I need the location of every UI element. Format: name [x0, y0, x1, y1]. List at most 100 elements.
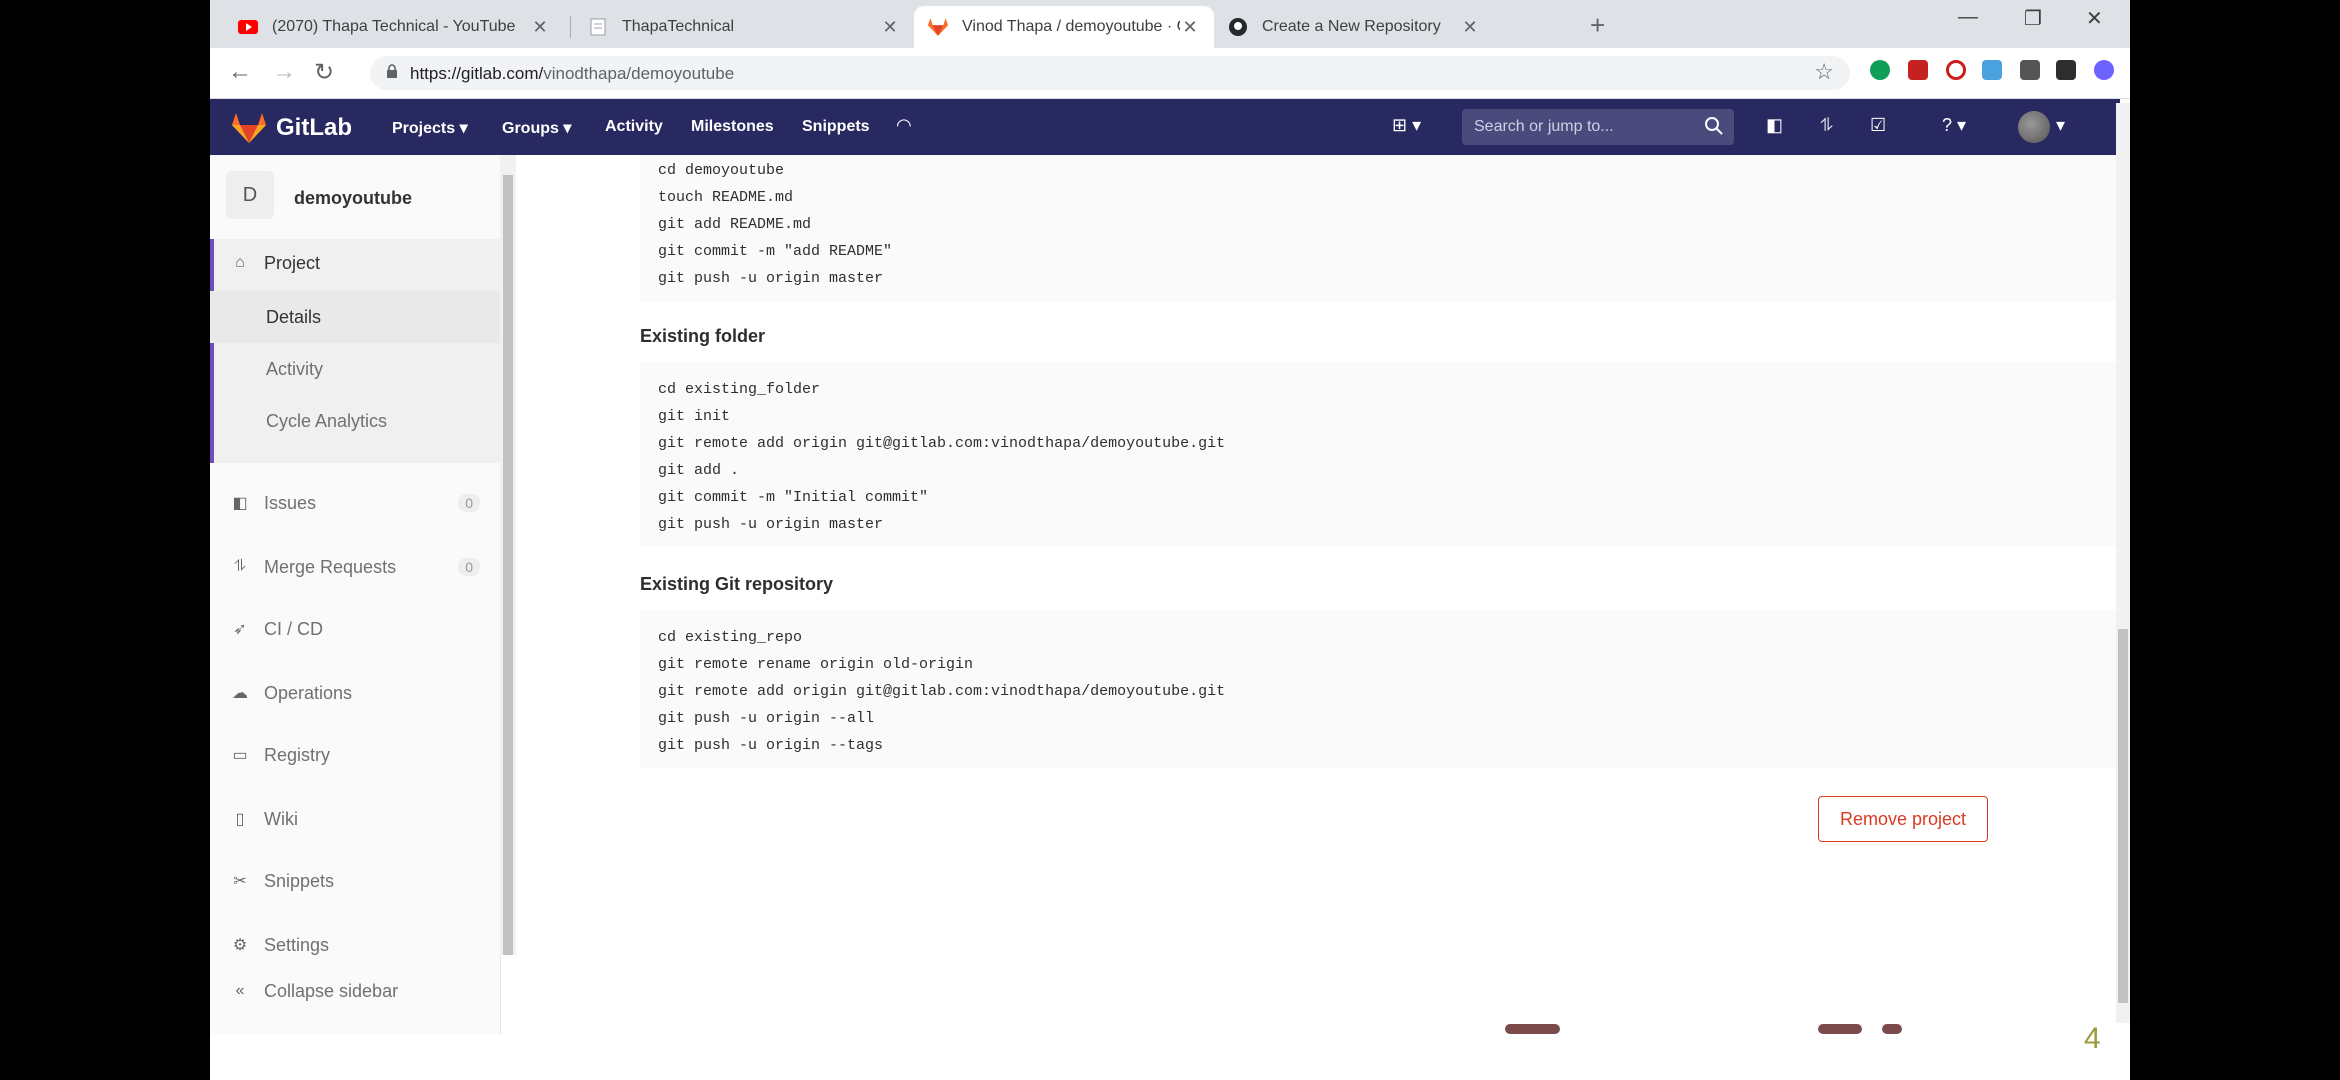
chevron-down-icon[interactable]: ▾: [2056, 115, 2065, 136]
extension-opera-icon[interactable]: [1946, 60, 1966, 80]
home-icon: ⌂: [235, 254, 245, 271]
sidebar-item-snippets[interactable]: ✂ Snippets: [210, 857, 500, 905]
tab-gitlab[interactable]: Vinod Thapa / demoyoutube · GitLab ✕: [914, 6, 1214, 48]
rocket-icon: ➶: [233, 621, 247, 638]
book-icon: ▯: [235, 811, 245, 828]
tab-title: ThapaTechnical: [622, 18, 735, 35]
code-line: git push -u origin --all: [658, 710, 875, 727]
gitlab-brand[interactable]: GitLab: [276, 114, 352, 142]
project-sidebar: D demoyoutube ⌂ Project Details Activity…: [210, 155, 501, 1035]
scrollbar-thumb[interactable]: [2118, 629, 2128, 1003]
todos-icon[interactable]: ☑: [1870, 115, 1886, 136]
extension-n-icon[interactable]: [2056, 60, 2076, 80]
close-icon[interactable]: ✕: [880, 17, 900, 38]
sidebar-item-label: Wiki: [264, 808, 298, 829]
code-line: git init: [658, 408, 731, 425]
sidebar-item-wiki[interactable]: ▯ Wiki: [210, 795, 500, 843]
project-avatar: D: [226, 171, 274, 219]
extension-badge-icon[interactable]: [2020, 60, 2040, 80]
sidebar-item-ci-cd[interactable]: ➶ CI / CD: [210, 605, 500, 653]
search-placeholder: Search or jump to...: [1474, 118, 1614, 135]
page-scrollbar[interactable]: [2116, 103, 2130, 1023]
tab-youtube[interactable]: (2070) Thapa Technical - YouTube ✕: [224, 6, 564, 48]
close-icon[interactable]: ✕: [530, 17, 550, 38]
scissors-icon: ✂: [233, 873, 247, 890]
scrollbar-thumb[interactable]: [503, 175, 513, 955]
extension-blue-icon[interactable]: [2094, 60, 2114, 80]
sidebar-item-details[interactable]: Details: [210, 291, 500, 343]
sidebar-scrollbar[interactable]: [500, 155, 516, 955]
forward-icon[interactable]: →: [272, 58, 296, 86]
sidebar-item-label: Activity: [266, 358, 324, 379]
double-chevron-left-icon: «: [235, 982, 245, 999]
window-close-icon[interactable]: ✕: [2086, 6, 2103, 31]
nav-projects[interactable]: Projects ▾: [392, 118, 468, 138]
sidebar-item-label: CI / CD: [264, 618, 324, 639]
address-bar[interactable]: https://gitlab.com/vinodthapa/demoyoutub…: [370, 56, 1850, 90]
nav-groups[interactable]: Groups ▾: [502, 118, 571, 138]
sidebar-project-header[interactable]: D demoyoutube: [210, 155, 500, 235]
lock-icon: [387, 64, 397, 78]
reload-icon[interactable]: ↻: [314, 58, 334, 87]
issues-icon: ◧: [232, 495, 248, 512]
gear-icon: ⚙: [232, 937, 248, 954]
search-input[interactable]: Search or jump to...: [1462, 109, 1734, 145]
code-line: cd existing_folder: [658, 381, 821, 398]
tab-github[interactable]: Create a New Repository ✕: [1214, 6, 1494, 48]
minimize-icon[interactable]: —: [1958, 6, 1978, 29]
sidebar-item-project[interactable]: ⌂ Project: [210, 239, 500, 287]
sidebar-item-activity[interactable]: Activity: [210, 345, 500, 393]
help-icon[interactable]: ? ▾: [1942, 115, 1966, 136]
heading-existing-git-repo: Existing Git repository: [640, 574, 834, 594]
merge-requests-icon[interactable]: ⥮: [1820, 115, 1833, 136]
nav-snippets[interactable]: Snippets: [802, 118, 870, 136]
project-name: demoyoutube: [294, 188, 413, 208]
sidebar-item-label: Cycle Analytics: [266, 410, 388, 431]
tab-title: (2070) Thapa Technical - YouTube: [272, 18, 516, 35]
new-tab-button[interactable]: +: [1590, 10, 1605, 41]
sidebar-item-label: Settings: [264, 934, 330, 955]
back-icon[interactable]: ←: [228, 58, 252, 86]
bookmark-star-icon[interactable]: ☆: [1814, 59, 1834, 85]
heading-existing-folder: Existing folder: [640, 326, 766, 346]
sidebar-item-cycle-analytics[interactable]: Cycle Analytics: [210, 397, 500, 445]
extension-red-icon[interactable]: [1908, 60, 1928, 80]
youtube-icon: [238, 17, 258, 37]
avatar[interactable]: [2018, 111, 2050, 143]
nav-activity[interactable]: Activity: [605, 118, 663, 136]
cloud-icon: ☁: [232, 685, 248, 702]
extension-iq-icon[interactable]: [1982, 60, 2002, 80]
sidebar-item-merge-requests[interactable]: ⥮ Merge Requests 0: [210, 543, 500, 591]
collapse-sidebar-button[interactable]: « Collapse sidebar: [210, 967, 500, 1015]
nav-milestones[interactable]: Milestones: [691, 118, 774, 136]
browser-toolbar: ← → ↻ https://gitlab.com/vinodthapa/demo…: [210, 48, 2130, 99]
tab-title: Vinod Thapa / demoyoutube · GitLab: [962, 18, 1180, 35]
tab-thapatechnical[interactable]: ThapaTechnical ✕: [574, 6, 914, 48]
code-line: git push -u origin --tags: [658, 737, 884, 754]
remove-project-button[interactable]: Remove project: [1818, 796, 1988, 842]
gitlab-icon: [928, 17, 948, 37]
code-line: cd existing_repo: [658, 629, 803, 646]
code-line: touch README.md: [658, 189, 794, 206]
issues-icon[interactable]: ◧: [1766, 115, 1783, 136]
extension-grammarly-icon[interactable]: [1870, 60, 1890, 80]
code-block-existing-repo: cd existing_repo git remote rename origi…: [640, 610, 2130, 768]
code-line: git add README.md: [658, 216, 812, 233]
plus-square-icon[interactable]: ⊞ ▾: [1392, 115, 1421, 136]
code-line: git commit -m "add README": [658, 243, 893, 260]
gitlab-logo-icon[interactable]: [232, 113, 266, 143]
collapse-sidebar-label: Collapse sidebar: [264, 980, 399, 1001]
sidebar-item-settings[interactable]: ⚙ Settings: [210, 921, 500, 969]
sidebar-item-issues[interactable]: ◧ Issues 0: [210, 479, 500, 527]
code-block-new-repo: cd demoyoutube touch README.md git add R…: [640, 155, 2130, 301]
sidebar-item-label: Snippets: [264, 870, 335, 891]
url-text: https://gitlab.com/vinodthapa/demoyoutub…: [410, 64, 735, 83]
restore-icon[interactable]: ❐: [2024, 6, 2042, 31]
close-icon[interactable]: ✕: [1180, 17, 1200, 38]
sidebar-item-operations[interactable]: ☁ Operations: [210, 669, 500, 717]
count-badge: 0: [458, 558, 480, 576]
sidebar-item-registry[interactable]: ▭ Registry: [210, 731, 500, 779]
code-line: cd demoyoutube: [658, 162, 785, 179]
close-icon[interactable]: ✕: [1460, 17, 1480, 38]
dashboard-gauge-icon[interactable]: ◠: [896, 115, 912, 136]
